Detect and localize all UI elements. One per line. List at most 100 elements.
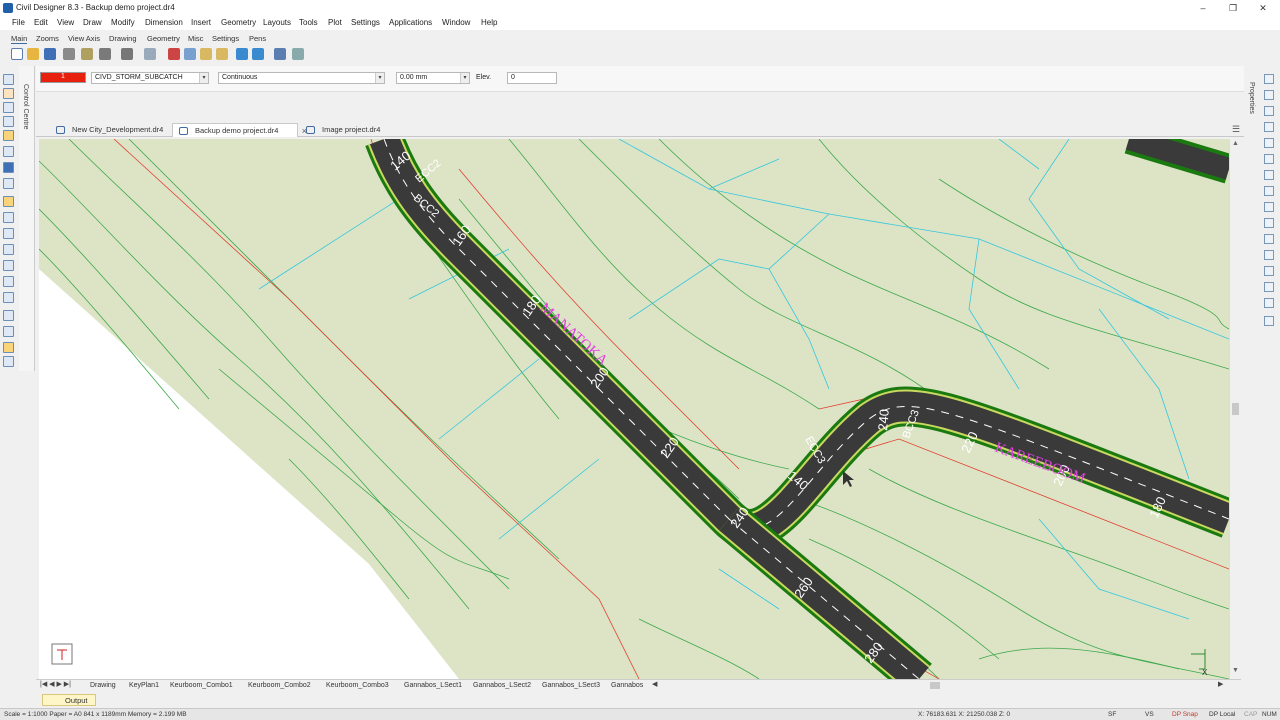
lineweight-dropdown[interactable]: 0.00 mm ▾ <box>396 72 470 84</box>
properties-panel-label[interactable]: Properties <box>1248 82 1255 114</box>
linetype-dropdown[interactable]: Continuous ▾ <box>218 72 385 84</box>
close-window-button[interactable]: ✕ <box>1252 1 1274 15</box>
road-icon[interactable] <box>3 244 14 255</box>
circle-icon[interactable] <box>3 310 14 321</box>
open-folder-icon[interactable] <box>27 48 39 60</box>
save-all-icon[interactable] <box>63 48 75 60</box>
menu-applications[interactable]: Applications <box>389 18 432 27</box>
point-tool-icon[interactable] <box>1264 138 1274 148</box>
minimize-button[interactable]: – <box>1192 1 1214 15</box>
offset-tool-icon[interactable] <box>1264 202 1274 212</box>
properties-icon[interactable] <box>292 48 304 60</box>
menu-help[interactable]: Help <box>481 18 497 27</box>
report-icon[interactable] <box>3 342 14 353</box>
rectangle-tool-icon[interactable] <box>1264 90 1274 100</box>
measure-tool-icon[interactable] <box>1264 218 1274 228</box>
scroll-up-icon[interactable]: ▲ <box>1232 140 1239 147</box>
new-file-icon[interactable] <box>11 48 23 60</box>
layout-tab-gannabos-lsect2[interactable]: Gannabos_LSect2 <box>473 681 531 691</box>
trim-tool-icon[interactable] <box>1264 282 1274 292</box>
arrow-tool-icon[interactable] <box>1264 106 1274 116</box>
restore-button[interactable]: ❐ <box>1222 1 1244 15</box>
layout-tab-keurboom-combo3[interactable]: Keurboom_Combo3 <box>326 681 389 691</box>
status-dp-snap[interactable]: DP Snap <box>1172 711 1198 718</box>
terrain-icon[interactable] <box>3 260 14 271</box>
monitor-icon[interactable] <box>3 162 14 173</box>
menu-file[interactable]: File <box>12 18 25 27</box>
status-sf[interactable]: SF <box>1108 711 1116 718</box>
triangle-icon[interactable] <box>3 116 14 127</box>
line-tool-icon[interactable] <box>1264 74 1274 84</box>
drawing-svg[interactable]: 140 160 180 200 220 240 260 280 240 220 … <box>39 139 1229 679</box>
layout-tab-gannabos[interactable]: Gannabos <box>611 681 643 691</box>
vertical-scroll-thumb[interactable] <box>1232 403 1239 415</box>
menu-draw[interactable]: Draw <box>83 18 102 27</box>
menu-insert[interactable]: Insert <box>191 18 211 27</box>
menu-settings[interactable]: Settings <box>351 18 380 27</box>
select-icon[interactable] <box>144 48 156 60</box>
ribbon-tab-main[interactable]: Main <box>11 34 28 44</box>
ribbon-tab-geometry[interactable]: Geometry <box>147 34 180 43</box>
export-icon[interactable] <box>81 48 93 60</box>
elevation-input[interactable]: 0 <box>507 72 557 84</box>
copy-tool-icon[interactable] <box>1264 298 1274 308</box>
ribbon-tab-view-axis[interactable]: View Axis <box>68 34 100 43</box>
ribbon-tab-pens[interactable]: Pens <box>249 34 266 43</box>
ribbon-tab-settings[interactable]: Settings <box>212 34 239 43</box>
menu-layouts[interactable]: Layouts <box>263 18 291 27</box>
output-tab[interactable]: Output <box>42 694 96 706</box>
pin-icon[interactable] <box>3 74 14 85</box>
ribbon-tab-zooms[interactable]: Zooms <box>36 34 59 43</box>
layout-tab-gannabos-lsect1[interactable]: Gannabos_LSect1 <box>404 681 462 691</box>
table-icon[interactable] <box>3 326 14 337</box>
scroll-right-icon[interactable]: ▶ <box>1218 680 1223 688</box>
pipe-icon[interactable] <box>3 276 14 287</box>
layer-icon[interactable] <box>3 228 14 239</box>
menu-geometry[interactable]: Geometry <box>221 18 256 27</box>
tool-icon[interactable] <box>3 178 14 189</box>
menu-edit[interactable]: Edit <box>34 18 48 27</box>
circle-tool-icon[interactable] <box>1264 250 1274 260</box>
menu-view[interactable]: View <box>57 18 74 27</box>
grid-icon[interactable] <box>3 102 14 113</box>
layout-tab-keyplan1[interactable]: KeyPlan1 <box>129 681 159 691</box>
folder-icon[interactable] <box>3 196 14 207</box>
menu-plot[interactable]: Plot <box>328 18 342 27</box>
menu-window[interactable]: Window <box>442 18 470 27</box>
print-icon[interactable] <box>99 48 111 60</box>
menu-dimension[interactable]: Dimension <box>145 18 183 27</box>
ribbon-tab-misc[interactable]: Misc <box>188 34 203 43</box>
network-icon[interactable] <box>3 292 14 303</box>
plus-tool-icon[interactable] <box>1264 122 1274 132</box>
snap-icon[interactable] <box>3 88 14 99</box>
settings-icon[interactable] <box>121 48 133 60</box>
paste-icon[interactable] <box>200 48 212 60</box>
ribbon-tab-drawing[interactable]: Drawing <box>109 34 137 43</box>
array-tool-icon[interactable] <box>1264 316 1274 326</box>
layer-dropdown[interactable]: CIVD_STORM_SUBCATCH ▾ <box>91 72 209 84</box>
first-layout-icon[interactable]: |◀ ◀ ▶ ▶| <box>40 680 71 688</box>
copy-icon[interactable] <box>184 48 196 60</box>
scroll-down-icon[interactable]: ▼ <box>1232 667 1239 674</box>
hatch-icon[interactable] <box>3 130 14 141</box>
layers-icon[interactable] <box>274 48 286 60</box>
color-selector[interactable]: 1 <box>40 72 86 83</box>
horizontal-scroll-thumb[interactable] <box>930 682 940 689</box>
tab-image-project[interactable]: Image project.dr4 <box>300 123 388 137</box>
rotate-tool-icon[interactable] <box>1264 234 1274 244</box>
er-icon[interactable] <box>3 146 14 157</box>
control-centre-panel[interactable]: Control Centre <box>19 66 35 371</box>
layout-tab-gannabos-lsect3[interactable]: Gannabos_LSect3 <box>542 681 600 691</box>
drawing-canvas[interactable]: 140 160 180 200 220 240 260 280 240 220 … <box>39 139 1229 679</box>
pen-tool-icon[interactable] <box>1264 154 1274 164</box>
info-icon[interactable] <box>3 356 14 367</box>
status-dp-local[interactable]: DP Local <box>1209 711 1235 718</box>
layout-tab-drawing[interactable]: Drawing <box>90 681 116 691</box>
paste-special-icon[interactable] <box>216 48 228 60</box>
vertical-scrollbar[interactable]: ▲ ▼ <box>1229 139 1241 679</box>
layout-tab-keurboom-combo1[interactable]: Keurboom_Combo1 <box>170 681 233 691</box>
tab-backup-demo-project[interactable]: Backup demo project.dr4 × <box>172 123 307 137</box>
save-icon[interactable] <box>44 48 56 60</box>
gear-icon[interactable] <box>3 212 14 223</box>
scroll-left-icon[interactable]: ◀ <box>652 680 657 688</box>
